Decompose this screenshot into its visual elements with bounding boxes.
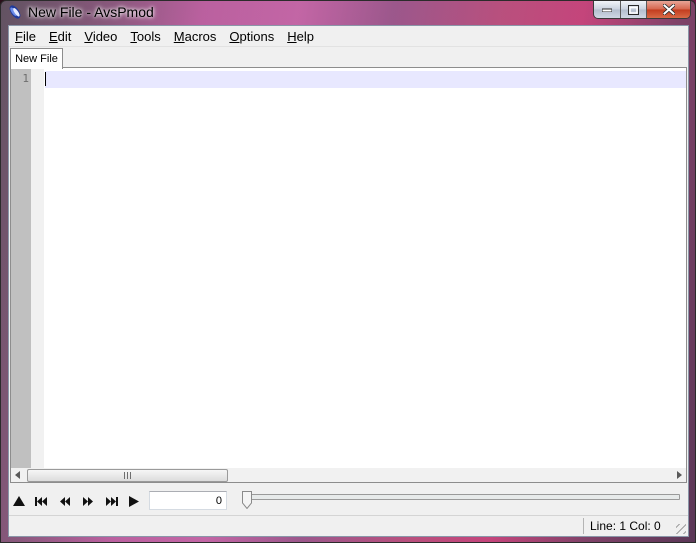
menu-macros[interactable]: Macros — [168, 26, 224, 46]
previous-frame-button[interactable] — [58, 494, 72, 508]
frame-slider[interactable] — [239, 491, 684, 511]
menu-options[interactable]: Options — [223, 26, 281, 46]
horizontal-scrollbar[interactable] — [11, 468, 686, 482]
play-icon — [129, 495, 139, 507]
close-button[interactable] — [647, 1, 690, 18]
resize-grip-icon[interactable] — [676, 524, 686, 534]
scroll-right-button[interactable] — [672, 468, 686, 482]
minimize-icon — [602, 8, 612, 12]
go-to-end-button[interactable] — [105, 494, 119, 508]
script-editor[interactable]: 1 — [10, 67, 687, 483]
status-bar: Line: 1 Col: 0 — [9, 515, 688, 536]
grip-icon — [124, 472, 131, 479]
maximize-icon — [628, 4, 639, 15]
go-to-end-icon — [106, 496, 118, 506]
toggle-preview-icon — [13, 496, 25, 506]
line-number: 1 — [22, 72, 29, 85]
slider-thumb[interactable] — [242, 491, 252, 510]
menu-video[interactable]: Video — [78, 26, 124, 46]
next-frame-icon — [83, 496, 93, 506]
app-window: New File - AvsPmod File Edit Video Tools… — [0, 0, 696, 543]
line-number-gutter: 1 — [11, 68, 31, 468]
status-divider — [583, 518, 584, 534]
menu-file[interactable]: File — [9, 26, 43, 46]
slider-track — [247, 494, 680, 500]
go-to-start-icon — [35, 496, 47, 506]
scroll-thumb[interactable] — [27, 469, 228, 482]
code-area[interactable] — [44, 68, 686, 468]
window-title: New File - AvsPmod — [28, 4, 154, 20]
menu-edit[interactable]: Edit — [43, 26, 78, 46]
previous-frame-icon — [60, 496, 70, 506]
play-button[interactable] — [127, 494, 141, 508]
avspmod-app-icon[interactable] — [7, 4, 23, 20]
maximize-button[interactable] — [621, 1, 647, 18]
video-transport-bar: 0 — [9, 487, 688, 515]
tab-strip: New File — [9, 47, 688, 69]
menu-help[interactable]: Help — [281, 26, 321, 46]
menu-tools[interactable]: Tools — [124, 26, 167, 46]
cursor-position-text: Line: 1 Col: 0 — [590, 519, 661, 533]
current-line-highlight — [45, 71, 686, 88]
next-frame-button[interactable] — [81, 494, 95, 508]
close-icon — [662, 4, 675, 15]
minimize-button[interactable] — [594, 1, 621, 18]
scroll-left-button[interactable] — [11, 468, 25, 482]
title-bar[interactable]: New File - AvsPmod — [1, 1, 695, 23]
tab-new-file[interactable]: New File — [10, 48, 63, 69]
caption-buttons — [593, 1, 691, 19]
client-area: File Edit Video Tools Macros Options Hel… — [8, 25, 689, 537]
frame-number-input[interactable]: 0 — [149, 491, 227, 510]
toggle-preview-button[interactable] — [12, 494, 26, 508]
arrow-left-icon — [15, 471, 20, 479]
arrow-right-icon — [677, 471, 682, 479]
text-caret — [45, 72, 46, 86]
menu-bar: File Edit Video Tools Macros Options Hel… — [9, 26, 688, 47]
fold-margin[interactable] — [31, 68, 44, 468]
go-to-start-button[interactable] — [34, 494, 48, 508]
